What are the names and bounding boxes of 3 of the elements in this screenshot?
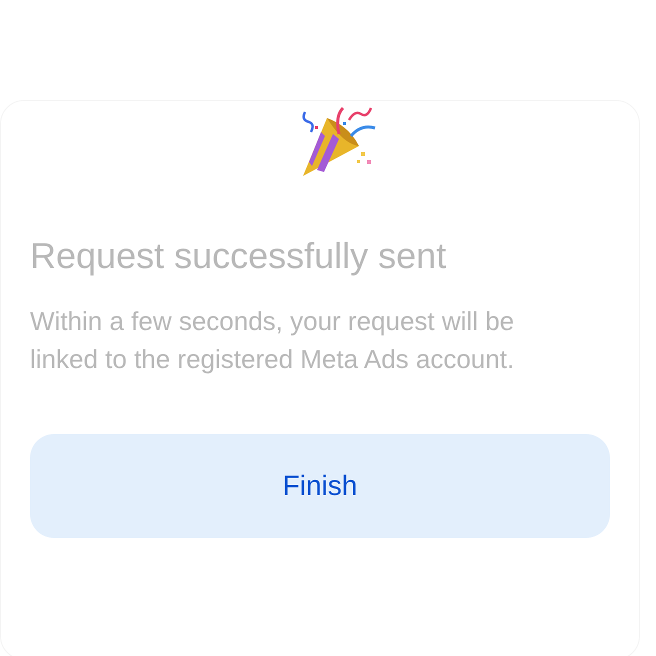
finish-button[interactable]: Finish [30,434,610,538]
dialog-title: Request successfully sent [30,234,448,278]
message-text: Within a few seconds, your request will be linked to the registered Meta Ads account. [30,305,516,376]
